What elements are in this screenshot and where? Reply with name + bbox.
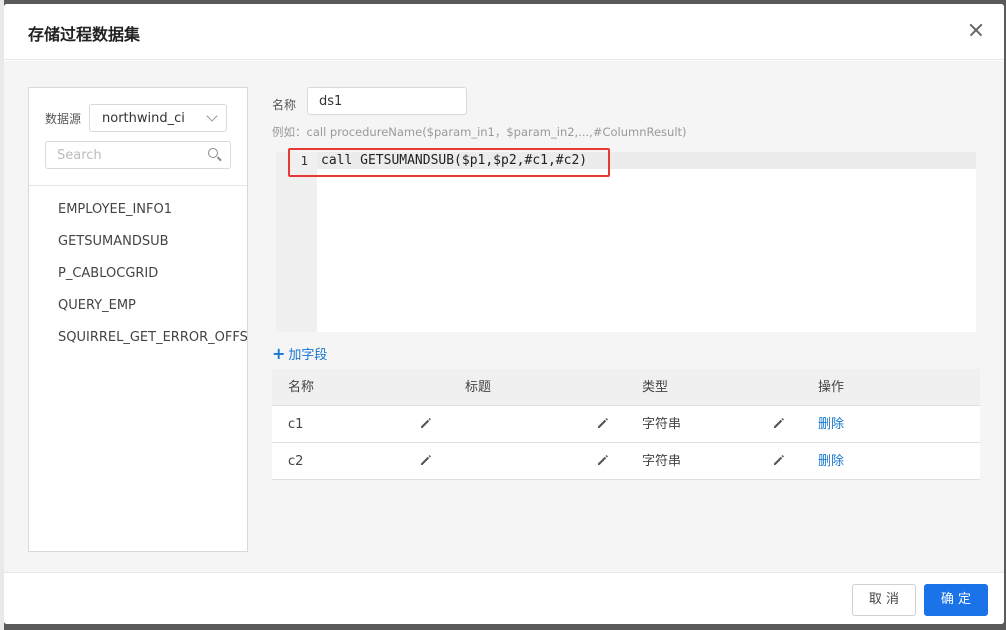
field-type: 字符串 (642, 417, 682, 432)
plus-icon: + (272, 344, 286, 363)
close-icon[interactable] (964, 18, 988, 42)
edit-title-pencil-icon[interactable] (596, 453, 610, 467)
add-field-label: 加字段 (288, 348, 328, 363)
stored-procedure-dataset-dialog: 存储过程数据集 数据源 northwind_ci Search EMPLOYEE… (4, 4, 1004, 624)
field-name: c1 (288, 417, 304, 432)
name-label: 名称 (272, 98, 297, 112)
header-action: 操作 (818, 380, 845, 395)
search-icon (208, 148, 218, 158)
name-input[interactable]: ds1 (307, 87, 467, 115)
table-row: c1 字符串 删除 (272, 406, 980, 443)
editor-gutter: 1 (276, 152, 317, 332)
sql-editor[interactable]: 1 call GETSUMANDSUB($p1,$p2,#c1,#c2) (276, 148, 976, 332)
edit-title-pencil-icon[interactable] (596, 416, 610, 430)
add-field-button[interactable]: + 加字段 (272, 344, 327, 363)
procedure-item[interactable]: QUERY_EMP (29, 290, 247, 322)
search-placeholder: Search (57, 148, 102, 163)
name-value: ds1 (319, 94, 343, 109)
datasource-label: 数据源 (45, 112, 82, 126)
dialog-body: 数据源 northwind_ci Search EMPLOYEE_INFO1 G… (4, 61, 1004, 572)
table-header: 名称 标题 类型 操作 (272, 369, 980, 406)
divider (29, 185, 247, 186)
confirm-button[interactable]: 确 定 (924, 584, 988, 616)
field-type: 字符串 (642, 454, 682, 469)
procedure-item[interactable]: P_CABLOCGRID (29, 258, 247, 290)
procedure-panel: 数据源 northwind_ci Search EMPLOYEE_INFO1 G… (28, 87, 248, 552)
header-title: 标题 (465, 380, 492, 395)
procedure-item[interactable]: EMPLOYEE_INFO1 (29, 194, 247, 226)
dialog-title: 存储过程数据集 (28, 25, 141, 44)
chevron-down-icon (206, 110, 218, 122)
datasource-value: northwind_ci (102, 111, 185, 126)
edit-name-pencil-icon[interactable] (419, 453, 433, 467)
header-name: 名称 (288, 380, 315, 395)
edit-type-pencil-icon[interactable] (772, 453, 786, 467)
procedure-item[interactable]: SQUIRREL_GET_ERROR_OFFSET (29, 322, 247, 354)
datasource-select[interactable]: northwind_ci (89, 104, 227, 132)
fields-table: 名称 标题 类型 操作 c1 字符串 删除 c2 字符串 删除 (272, 369, 980, 480)
cancel-button[interactable]: 取 消 (852, 584, 916, 616)
dialog-header: 存储过程数据集 (4, 4, 1004, 60)
procedure-item[interactable]: GETSUMANDSUB (29, 226, 247, 258)
table-row: c2 字符串 删除 (272, 443, 980, 480)
header-type: 类型 (642, 380, 669, 395)
procedure-search-input[interactable]: Search (45, 141, 231, 169)
dataset-form: 名称 ds1 例如：call procedureName($param_in1，… (272, 61, 982, 572)
procedure-list: EMPLOYEE_INFO1 GETSUMANDSUB P_CABLOCGRID… (29, 194, 247, 354)
delete-link[interactable]: 删除 (818, 443, 844, 480)
highlight-annotation (288, 148, 610, 177)
field-name: c2 (288, 454, 304, 469)
edit-type-pencil-icon[interactable] (772, 416, 786, 430)
dialog-footer: 取 消 确 定 (4, 572, 1004, 624)
example-hint: 例如：call procedureName($param_in1，$param_… (272, 125, 687, 139)
edit-name-pencil-icon[interactable] (419, 416, 433, 430)
delete-link[interactable]: 删除 (818, 406, 844, 443)
